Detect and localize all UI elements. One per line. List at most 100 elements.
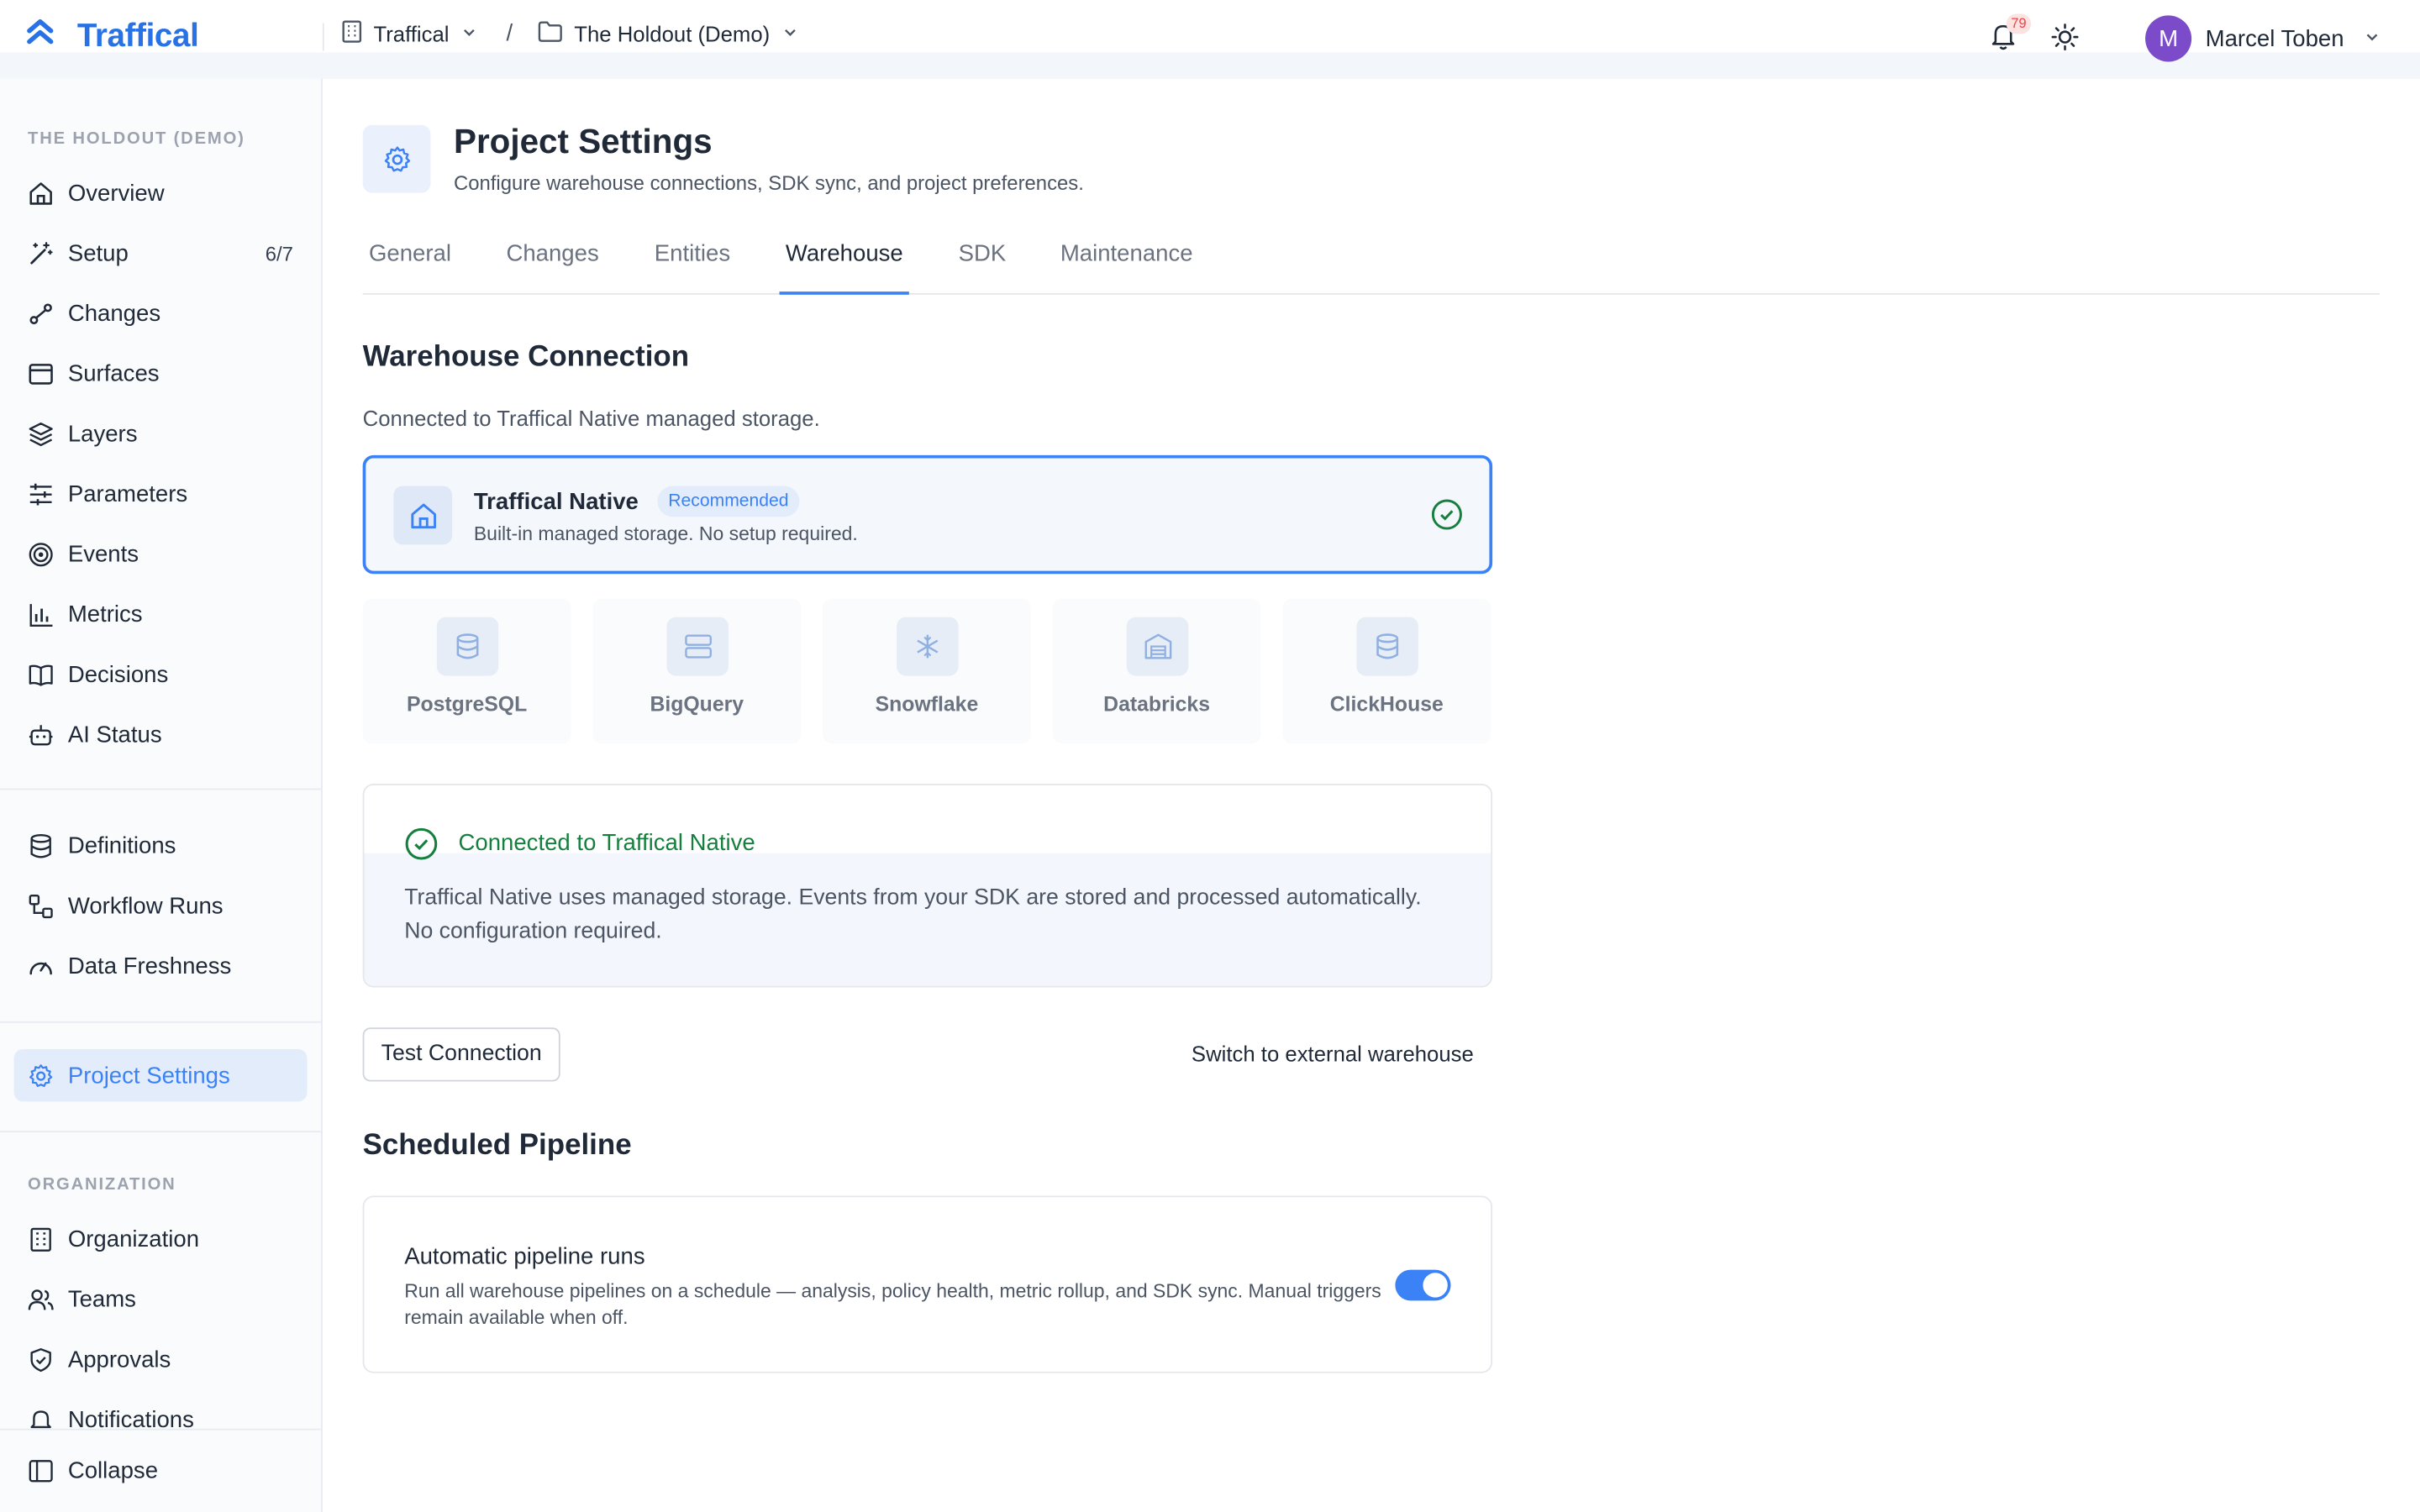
sidebar-item-events[interactable]: Events [14, 528, 308, 580]
connection-status-title: Connected to Traffical Native [458, 830, 755, 857]
sidebar-item-definitions[interactable]: Definitions [14, 819, 308, 871]
sidebar-item-setup[interactable]: Setup 6/7 [14, 227, 308, 279]
sidebar-org-heading: ORGANIZATION [28, 1175, 176, 1194]
sidebar-item-teams[interactable]: Teams [14, 1273, 308, 1325]
tab-maintenance[interactable]: Maintenance [1054, 241, 1198, 295]
tab-entities[interactable]: Entities [648, 241, 736, 295]
project-name: The Holdout (Demo) [574, 21, 771, 47]
sidebar-item-overview[interactable]: Overview [14, 166, 308, 218]
sidebar-item-changes[interactable]: Changes [14, 287, 308, 339]
sidebar-item-label: AI Status [67, 721, 162, 748]
sidebar-divider [0, 788, 322, 790]
sidebar-item-label: Project Settings [67, 1062, 230, 1089]
brand[interactable]: Traffical [24, 17, 199, 55]
toggle-knob [1423, 1273, 1448, 1298]
sidebar-item-label: Overview [67, 179, 165, 207]
collapse-sidebar-button[interactable]: Collapse [14, 1444, 308, 1496]
sidebar-item-label: Events [67, 540, 139, 567]
user-menu[interactable]: M Marcel Toben [2145, 15, 2381, 62]
book-icon [28, 661, 54, 687]
sidebar-item-ai-status[interactable]: AI Status [14, 708, 308, 760]
scheduled-pipeline-heading: Scheduled Pipeline [362, 1129, 632, 1163]
notification-count-badge: 79 [2006, 13, 2032, 34]
tab-warehouse[interactable]: Warehouse [779, 241, 910, 295]
pipeline-setting-title: Automatic pipeline runs [404, 1243, 645, 1270]
sidebar-item-surfaces[interactable]: Surfaces [14, 347, 308, 399]
bot-icon [28, 722, 54, 748]
avatar: M [2145, 15, 2192, 62]
user-name: Marcel Toben [2205, 25, 2344, 52]
settings-tabs: General Changes Entities Warehouse SDK M… [362, 228, 2381, 295]
tab-sdk[interactable]: SDK [952, 241, 1012, 295]
sidebar-item-label: Parameters [67, 480, 188, 507]
database-icon [1356, 617, 1418, 676]
recommended-badge: Recommended [657, 486, 800, 517]
warehouse-connection-description: Connected to Traffical Native managed st… [362, 406, 820, 431]
shield-check-icon [28, 1347, 54, 1373]
layers-icon [28, 421, 54, 447]
native-option-description: Built-in managed storage. No setup requi… [473, 522, 858, 545]
switch-external-warehouse-button[interactable]: Switch to external warehouse [1192, 1042, 1474, 1066]
gear-icon [28, 1063, 54, 1089]
chevron-down-icon [781, 22, 799, 46]
changes-icon [28, 300, 54, 326]
tab-general[interactable]: General [363, 241, 458, 295]
sidebar-item-parameters[interactable]: Parameters [14, 468, 308, 520]
project-switcher[interactable]: The Holdout (Demo) [537, 20, 799, 48]
connection-status-panel: Connected to Traffical Native Traffical … [362, 784, 1493, 988]
main-content: Project Settings Configure warehouse con… [323, 79, 2420, 1512]
top-bar: Traffical Traffical / The Holdout (Demo) [0, 0, 2420, 79]
warehouse-option-clickhouse[interactable]: ClickHouse [1282, 598, 1491, 744]
sidebar-item-project-settings[interactable]: Project Settings [13, 1048, 308, 1102]
sidebar: THE HOLDOUT (DEMO) Overview Setup 6/7 Ch… [0, 78, 323, 1512]
sidebar-collapse-icon [28, 1457, 54, 1483]
home-icon [393, 486, 453, 545]
database-icon [28, 832, 54, 858]
warehouse-option-postgresql[interactable]: PostgreSQL [362, 598, 571, 744]
traffical-logo-icon [24, 17, 55, 55]
warehouse-icon [1126, 617, 1189, 676]
warehouse-option-bigquery[interactable]: BigQuery [592, 598, 802, 744]
brand-name: Traffical [76, 18, 199, 54]
tab-changes[interactable]: Changes [500, 241, 605, 295]
traffical-native-option[interactable]: Traffical Native Recommended Built-in ma… [362, 454, 1493, 575]
warehouse-option-label: Snowflake [875, 692, 979, 717]
database-icon [436, 617, 499, 676]
page-title: Project Settings [453, 122, 713, 161]
divider [322, 23, 324, 51]
sidebar-item-approvals[interactable]: Approvals [14, 1333, 308, 1385]
theme-toggle-sun-icon[interactable] [2051, 24, 2079, 59]
warehouse-option-label: BigQuery [650, 692, 744, 717]
collapse-label: Collapse [67, 1457, 159, 1483]
sidebar-item-label: Teams [67, 1285, 136, 1313]
warehouse-option-label: ClickHouse [1329, 692, 1444, 717]
sliders-icon [28, 480, 54, 507]
bar-chart-icon [28, 601, 54, 627]
sidebar-item-label: Decisions [67, 661, 169, 688]
warehouse-connection-heading: Warehouse Connection [362, 340, 690, 374]
automatic-pipeline-toggle[interactable] [1395, 1269, 1451, 1301]
sidebar-item-layers[interactable]: Layers [14, 407, 308, 459]
sidebar-item-decisions[interactable]: Decisions [14, 648, 308, 700]
window-icon [28, 360, 54, 386]
sidebar-item-workflow-runs[interactable]: Workflow Runs [14, 879, 308, 932]
sidebar-item-organization[interactable]: Organization [14, 1213, 308, 1265]
target-icon [28, 541, 54, 567]
sidebar-item-label: Workflow Runs [67, 892, 224, 919]
workflow-icon [28, 893, 54, 919]
warehouse-option-snowflake[interactable]: Snowflake [822, 598, 1031, 744]
test-connection-button[interactable]: Test Connection [362, 1027, 560, 1082]
workspace-switcher[interactable]: Traffical [322, 20, 478, 51]
check-circle-icon [404, 827, 438, 869]
sidebar-divider [0, 1131, 322, 1133]
warehouse-option-databricks[interactable]: Databricks [1052, 598, 1261, 744]
settings-gear-icon [362, 124, 431, 193]
wand-icon [28, 240, 54, 266]
setup-progress-count: 6/7 [265, 241, 293, 265]
sidebar-item-data-freshness[interactable]: Data Freshness [14, 940, 308, 992]
sidebar-project-heading: THE HOLDOUT (DEMO) [28, 129, 245, 149]
chevron-down-icon [460, 22, 478, 46]
sidebar-item-label: Setup [67, 239, 129, 266]
sidebar-item-label: Metrics [67, 601, 143, 627]
sidebar-item-metrics[interactable]: Metrics [14, 588, 308, 640]
